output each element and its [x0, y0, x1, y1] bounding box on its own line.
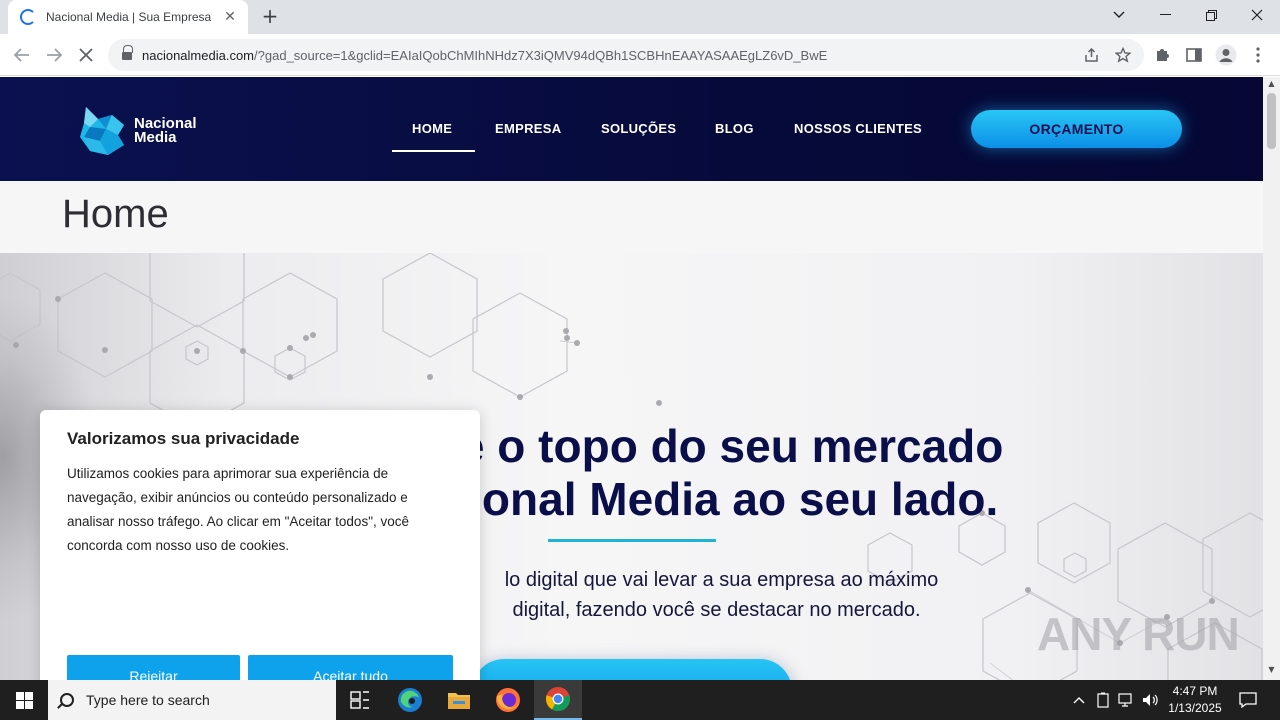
browser-menu-icon[interactable]: [1246, 43, 1270, 67]
nav-blog[interactable]: BLOG: [715, 121, 754, 136]
taskbar-clock[interactable]: 4:47 PM 1/13/2025: [1160, 683, 1230, 717]
logo-wordmark: Nacional Media: [134, 116, 197, 146]
side-panel-icon[interactable]: [1182, 43, 1206, 67]
extensions-puzzle-icon[interactable]: [1150, 43, 1174, 67]
address-bar[interactable]: nacionalmedia.com/?gad_source=1&gclid=EA…: [108, 39, 1144, 71]
forward-arrow-icon[interactable]: [42, 43, 66, 67]
hero-divider: [548, 539, 716, 542]
battery-icon[interactable]: [1092, 680, 1114, 720]
anyrun-watermark: ANY RUN: [1037, 608, 1240, 660]
browser-toolbar: nacionalmedia.com/?gad_source=1&gclid=EA…: [0, 34, 1280, 76]
loading-favicon-icon: [20, 9, 36, 25]
nav-empresa[interactable]: EMPRESA: [495, 121, 561, 136]
new-tab-button[interactable]: +: [258, 5, 282, 29]
scroll-thumb[interactable]: [1267, 93, 1276, 149]
page-scrollbar[interactable]: ▲ ▼: [1263, 77, 1280, 680]
task-view-icon[interactable]: [336, 680, 384, 720]
wolf-logo-icon: [78, 105, 128, 157]
cookie-title: Valorizamos sua privacidade: [67, 429, 300, 448]
nav-home[interactable]: HOME: [412, 121, 452, 136]
reject-cookies-button[interactable]: Rejeitar: [67, 655, 240, 680]
firefox-icon[interactable]: [484, 680, 532, 720]
browser-tab[interactable]: Nacional Media | Sua Empresa N ✕: [8, 0, 248, 34]
taskbar-search-placeholder: Type here to search: [86, 692, 210, 708]
stop-loading-icon[interactable]: [74, 43, 98, 67]
lock-icon[interactable]: [122, 45, 133, 60]
close-window-icon[interactable]: [1234, 0, 1280, 30]
clock-time: 4:47 PM: [1172, 684, 1218, 698]
browser-tab-strip: Nacional Media | Sua Empresa N ✕ +: [0, 0, 1280, 34]
back-arrow-icon[interactable]: [10, 43, 34, 67]
volume-icon[interactable]: [1140, 680, 1162, 720]
nav-active-underline: [392, 150, 475, 152]
minimize-window-icon[interactable]: [1142, 0, 1188, 30]
tab-title: Nacional Media | Sua Empresa N: [46, 10, 214, 24]
site-header: Nacional Media HOME EMPRESA SOLUÇÕES BLO…: [0, 77, 1263, 181]
nacional-media-logo[interactable]: Nacional Media: [78, 103, 218, 159]
url-text: nacionalmedia.com/?gad_source=1&gclid=EA…: [142, 47, 828, 63]
windows-taskbar: Type here to search 4:47 PM 1/13/2025: [0, 680, 1280, 720]
cookie-consent-dialog: Valorizamos sua privacidade Utilizamos c…: [40, 410, 480, 680]
search-icon: [60, 693, 74, 707]
share-icon[interactable]: [1080, 44, 1102, 66]
tab-close-icon[interactable]: ✕: [222, 9, 238, 25]
logo-line-2: Media: [134, 129, 177, 146]
file-explorer-icon[interactable]: [435, 680, 483, 720]
cookie-text: Utilizamos cookies para aprimorar sua ex…: [67, 466, 410, 553]
clock-date: 1/13/2025: [1168, 701, 1222, 715]
scroll-up-icon[interactable]: ▲: [1267, 79, 1276, 88]
orcamento-button[interactable]: ORÇAMENTO: [971, 110, 1182, 148]
peca-orcamento-button[interactable]: Peça o seu orçamento: [472, 659, 792, 680]
tab-search-chevron-icon[interactable]: [1096, 0, 1142, 30]
bookmark-star-icon[interactable]: [1112, 44, 1134, 66]
page-viewport: Nacional Media HOME EMPRESA SOLUÇÕES BLO…: [0, 77, 1263, 680]
tray-chevron-up-icon[interactable]: [1068, 680, 1090, 720]
chrome-icon[interactable]: [534, 680, 582, 720]
taskbar-search-box[interactable]: Type here to search: [48, 680, 336, 720]
page-title: Home: [62, 192, 169, 236]
network-icon[interactable]: [1116, 680, 1138, 720]
notifications-icon[interactable]: [1236, 680, 1260, 720]
nav-solucoes[interactable]: SOLUÇÕES: [601, 121, 676, 136]
scroll-down-icon[interactable]: ▼: [1267, 665, 1276, 674]
restore-window-icon[interactable]: [1188, 0, 1234, 30]
windows-logo-icon: [15, 691, 33, 709]
accept-cookies-button[interactable]: Aceitar tudo: [248, 655, 453, 680]
nav-nossos-clientes[interactable]: NOSSOS CLIENTES: [794, 121, 922, 136]
profile-avatar-icon[interactable]: [1214, 43, 1238, 67]
start-button[interactable]: [0, 680, 48, 720]
edge-browser-icon[interactable]: [386, 680, 434, 720]
page-title-band: Home: [0, 181, 1263, 253]
